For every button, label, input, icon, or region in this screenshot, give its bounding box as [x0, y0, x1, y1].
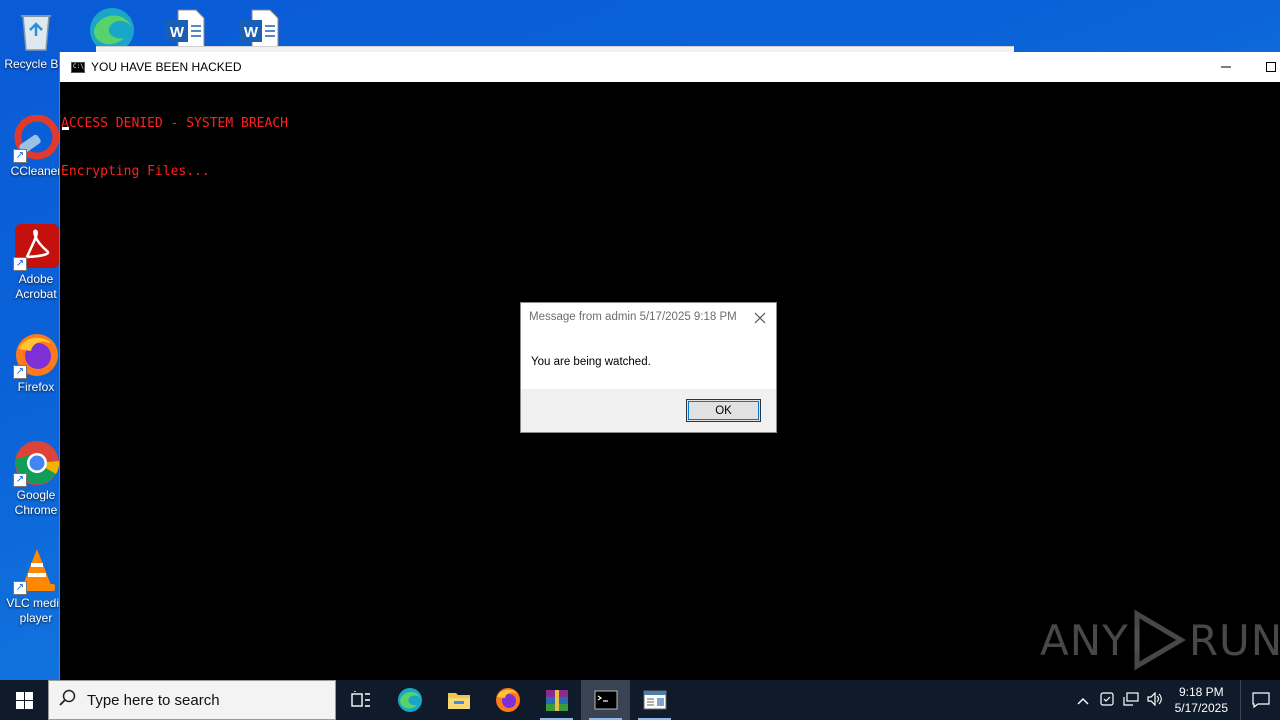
search-icon	[49, 689, 87, 712]
dialog-message: You are being watched.	[531, 356, 651, 368]
clock-date: 5/17/2025	[1174, 701, 1228, 715]
file-explorer-icon	[447, 693, 470, 709]
console-line: ACCESS DENIED - SYSTEM BREACH	[61, 116, 288, 131]
minimize-button[interactable]	[1203, 52, 1249, 82]
word-document-icon[interactable]: W	[240, 8, 280, 51]
shortcut-arrow-icon: ↗	[13, 365, 27, 379]
watermark-left: ANY	[1040, 615, 1129, 665]
volume-icon[interactable]	[1143, 691, 1167, 709]
taskbar-edge[interactable]	[385, 680, 434, 720]
cmd-icon	[594, 690, 617, 710]
close-icon	[754, 312, 766, 324]
taskbar-app-window[interactable]	[630, 680, 679, 720]
system-tray: 9:18 PM 5/17/2025	[1071, 680, 1280, 720]
ok-button[interactable]: OK	[686, 399, 761, 422]
taskbar-search[interactable]: Type here to search	[48, 680, 336, 720]
adobe-acrobat-icon: ↗	[13, 223, 59, 271]
firefox-icon: ↗	[13, 331, 59, 379]
console-output: ACCESS DENIED - SYSTEM BREACH Encrypting…	[60, 82, 1280, 212]
taskbar: Type here to search 9:18 PM 5/17/2025	[0, 680, 1280, 720]
console-titlebar[interactable]: C:\_ YOU HAVE BEEN HACKED	[60, 52, 1280, 82]
window-title: YOU HAVE BEEN HACKED	[91, 60, 242, 74]
taskbar-cmd[interactable]	[581, 680, 630, 720]
clock-time: 9:18 PM	[1178, 685, 1224, 699]
task-view-icon	[350, 691, 370, 707]
google-chrome-icon: ↗	[13, 439, 60, 487]
maximize-button[interactable]	[1248, 52, 1280, 82]
shortcut-arrow-icon: ↗	[13, 257, 27, 271]
anyrun-watermark: ANY RUN	[1040, 610, 1280, 670]
maximize-icon	[1266, 62, 1276, 72]
task-view-button[interactable]	[336, 680, 385, 720]
minimize-icon	[1221, 66, 1231, 68]
console-cursor	[62, 127, 69, 130]
taskbar-winrar[interactable]	[532, 680, 581, 720]
taskbar-file-explorer[interactable]	[434, 680, 483, 720]
close-button[interactable]	[752, 308, 768, 329]
winrar-icon	[545, 690, 568, 711]
shortcut-arrow-icon: ↗	[13, 149, 27, 163]
app-window-icon	[643, 690, 666, 710]
message-dialog[interactable]: Message from admin 5/17/2025 9:18 PM You…	[520, 302, 777, 433]
dialog-footer: OK	[521, 389, 776, 432]
search-placeholder: Type here to search	[87, 691, 220, 709]
chevron-up-icon[interactable]	[1071, 693, 1095, 708]
recycle-bin-icon	[13, 8, 59, 54]
cmd-icon: C:\_	[71, 61, 87, 73]
dialog-title: Message from admin 5/17/2025 9:18 PM	[529, 311, 737, 323]
security-icon[interactable]	[1095, 691, 1119, 709]
svg-text:W: W	[244, 24, 259, 41]
notification-icon	[1251, 692, 1270, 708]
ccleaner-icon: ↗	[13, 114, 60, 163]
network-icon[interactable]	[1119, 691, 1143, 709]
vlc-icon: ↗	[13, 547, 59, 595]
shortcut-arrow-icon: ↗	[13, 581, 27, 595]
word-document-icon[interactable]: W	[166, 8, 206, 51]
start-button[interactable]	[0, 680, 48, 720]
firefox-icon	[495, 688, 520, 712]
play-logo-icon	[1134, 610, 1186, 670]
shortcut-arrow-icon: ↗	[13, 473, 27, 487]
edge-icon	[397, 688, 422, 712]
edge-icon[interactable]	[88, 6, 136, 52]
windows-logo-icon	[15, 691, 33, 709]
console-line: Encrypting Files...	[61, 164, 210, 179]
watermark-right: RUN	[1188, 615, 1280, 665]
notification-button[interactable]	[1240, 680, 1280, 720]
taskbar-clock[interactable]: 9:18 PM 5/17/2025	[1175, 684, 1228, 716]
taskbar-firefox[interactable]	[483, 680, 532, 720]
svg-text:W: W	[170, 24, 185, 41]
